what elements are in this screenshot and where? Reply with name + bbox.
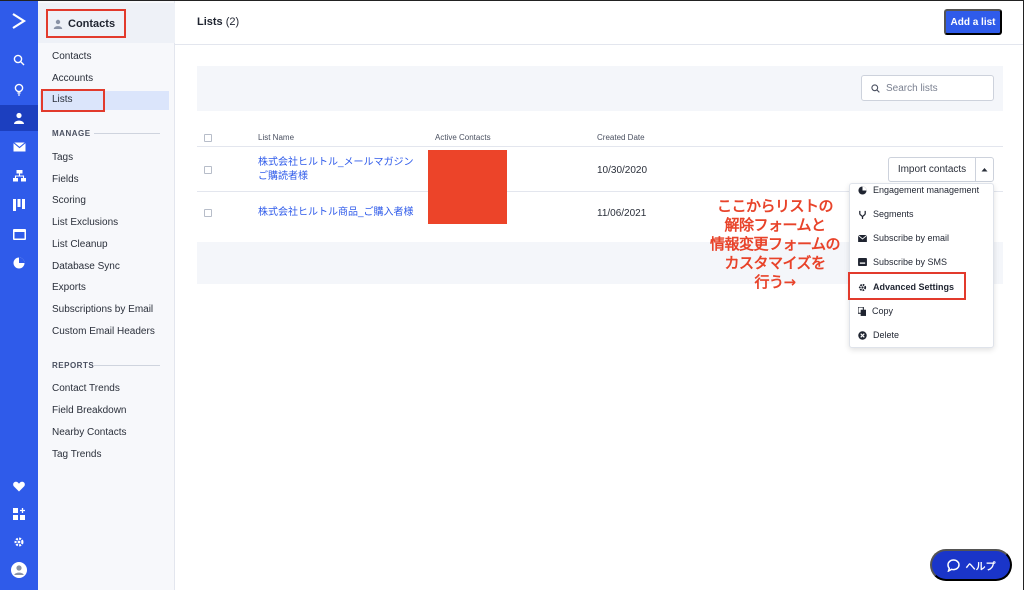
sidebar-heading-label: Contacts xyxy=(68,17,116,30)
pipeline-icon[interactable] xyxy=(0,192,38,218)
menu-item-subscribe-by-sms[interactable]: Subscribe by SMS xyxy=(850,252,993,272)
menu-item-label: Engagement management xyxy=(873,185,980,195)
add-list-button[interactable]: Add a list xyxy=(944,9,1002,35)
sidebar-item-database-sync[interactable]: Database Sync xyxy=(52,258,120,276)
caret-up-icon xyxy=(981,168,988,172)
contacts-sidebar: Contacts Contacts Accounts Lists MANAGE … xyxy=(38,0,175,590)
contacts-icon[interactable] xyxy=(0,105,43,131)
annotation-line: 行う→ xyxy=(754,273,796,291)
created-date: 10/30/2020 xyxy=(597,165,648,176)
sidebar-item-field-breakdown[interactable]: Field Breakdown xyxy=(52,402,126,420)
sidebar-item-lists[interactable]: Lists xyxy=(52,91,73,109)
delete-icon xyxy=(858,330,867,340)
menu-item-delete[interactable]: Delete xyxy=(850,325,993,345)
search-input[interactable] xyxy=(886,82,986,94)
apps-icon[interactable] xyxy=(0,501,38,527)
menu-item-label: Copy xyxy=(872,306,894,316)
icon-rail xyxy=(0,0,43,590)
menu-item-subscribe-by-email[interactable]: Subscribe by email xyxy=(850,228,993,248)
annotation-note: ここからリストの 解除フォームと 情報変更フォームの カスタマイズを 行う→ xyxy=(695,197,855,292)
reports-section-title: REPORTS xyxy=(52,361,95,370)
header-divider xyxy=(197,146,1003,147)
account-avatar-icon[interactable] xyxy=(0,557,38,583)
lists-highlight-box xyxy=(41,89,105,112)
row-actions-menu: Engagement management Segments Subscribe… xyxy=(849,183,994,348)
search-icon[interactable] xyxy=(0,47,38,73)
window-top-edge xyxy=(0,0,1024,1)
help-label: ヘルプ xyxy=(965,561,996,573)
sidebar-heading: Contacts xyxy=(46,9,126,38)
manage-section-title: MANAGE xyxy=(52,129,91,138)
sidebar-item-tag-trends[interactable]: Tag Trends xyxy=(52,446,101,464)
annotation-line: 解除フォームと xyxy=(724,216,826,234)
help-button[interactable]: ヘルプ xyxy=(930,549,1012,581)
lightbulb-icon[interactable] xyxy=(0,76,38,102)
search-box[interactable] xyxy=(861,75,994,101)
website-icon[interactable] xyxy=(0,221,38,247)
column-header-created-date[interactable]: Created Date xyxy=(597,133,645,142)
logo-icon[interactable] xyxy=(0,8,38,34)
search-icon xyxy=(871,83,880,93)
page-title: Lists (2) xyxy=(197,16,239,28)
annotation-line: ここからリストの xyxy=(716,197,834,215)
column-header-list-name[interactable]: List Name xyxy=(258,133,294,142)
sidebar-item-exports[interactable]: Exports xyxy=(52,279,86,297)
menu-item-copy[interactable]: Copy xyxy=(850,301,993,321)
page-header: Lists (2) Add a list xyxy=(175,0,1024,45)
manage-divider xyxy=(94,133,160,134)
active-contacts-redaction xyxy=(428,150,507,224)
sidebar-item-tags[interactable]: Tags xyxy=(52,149,73,167)
annotation-line: カスタマイズを xyxy=(724,254,826,272)
person-icon xyxy=(53,19,63,29)
segments-icon xyxy=(859,210,866,219)
sidebar-item-subscriptions-by-email[interactable]: Subscriptions by Email xyxy=(52,301,153,319)
column-header-active-contacts[interactable]: Active Contacts xyxy=(435,133,491,142)
sms-icon xyxy=(858,258,867,266)
row-actions-toggle[interactable] xyxy=(975,157,994,182)
sidebar-item-accounts[interactable]: Accounts xyxy=(52,70,93,88)
sidebar-item-list-cleanup[interactable]: List Cleanup xyxy=(52,236,108,254)
envelope-icon xyxy=(858,234,867,242)
reports-icon[interactable] xyxy=(0,250,38,276)
menu-item-engagement-management[interactable]: Engagement management xyxy=(850,184,993,200)
row-1-checkbox[interactable] xyxy=(204,166,212,174)
list-count: (2) xyxy=(225,16,240,28)
sidebar-item-contact-trends[interactable]: Contact Trends xyxy=(52,380,120,398)
reports-divider xyxy=(94,365,160,366)
list-name-link[interactable]: 株式会社ヒルトル_メールマガジンご購読者様 xyxy=(258,156,423,184)
advanced-settings-highlight-box xyxy=(848,272,966,300)
copy-icon xyxy=(858,306,866,316)
menu-item-label: Subscribe by SMS xyxy=(873,257,948,267)
annotation-line: 情報変更フォームの xyxy=(709,235,841,253)
menu-item-segments[interactable]: Segments xyxy=(850,204,993,224)
sidebar-item-custom-email-headers[interactable]: Custom Email Headers xyxy=(52,323,155,341)
heart-icon[interactable] xyxy=(0,473,38,499)
select-all-checkbox[interactable] xyxy=(204,134,212,142)
page-title-label: Lists xyxy=(197,16,223,28)
chat-bubble-icon xyxy=(946,558,960,572)
sidebar-item-scoring[interactable]: Scoring xyxy=(52,192,86,210)
sidebar-item-nearby-contacts[interactable]: Nearby Contacts xyxy=(52,424,126,442)
list-name-link[interactable]: 株式会社ヒルトル商品_ご購入者様 xyxy=(258,206,423,220)
pie-chart-icon xyxy=(858,185,867,195)
sidebar-item-list-exclusions[interactable]: List Exclusions xyxy=(52,214,118,232)
menu-item-label: Subscribe by email xyxy=(873,233,950,243)
created-date: 11/06/2021 xyxy=(597,208,647,219)
sidebar-item-fields[interactable]: Fields xyxy=(52,171,79,189)
menu-item-label: Delete xyxy=(873,330,900,340)
envelope-icon[interactable] xyxy=(0,134,38,160)
menu-item-label: Segments xyxy=(873,209,914,219)
automation-icon[interactable] xyxy=(0,163,38,189)
gear-icon[interactable] xyxy=(0,529,38,555)
import-contacts-button[interactable]: Import contacts xyxy=(888,157,976,182)
sidebar-item-contacts[interactable]: Contacts xyxy=(52,48,91,66)
filter-bar xyxy=(197,66,1003,111)
row-2-checkbox[interactable] xyxy=(204,209,212,217)
